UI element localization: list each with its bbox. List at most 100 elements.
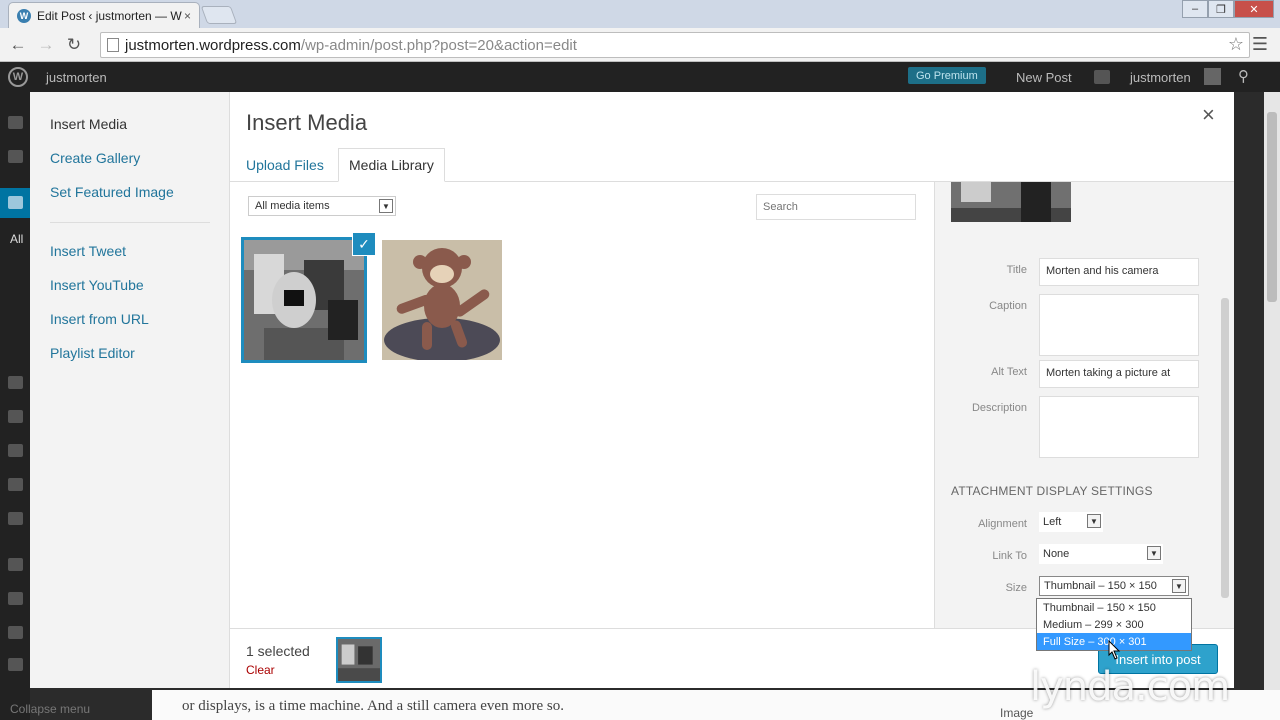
wp-admin-bar: W justmorten Go Premium New Post justmor… (0, 62, 1280, 92)
details-scrollbar-thumb[interactable] (1221, 298, 1229, 598)
appearance-icon[interactable] (8, 558, 23, 571)
mouse-cursor-icon (1108, 640, 1121, 660)
url-path: /wp-admin/post.php?post=20&action=edit (300, 36, 577, 54)
selection-count: 1 selected (246, 643, 310, 659)
menu-insert-from-url[interactable]: Insert from URL (50, 311, 149, 327)
description-field[interactable] (1039, 396, 1199, 458)
selection-thumbnail[interactable] (336, 637, 382, 683)
attachment-monkey[interactable] (382, 240, 502, 362)
tools-icon[interactable] (8, 626, 23, 639)
new-tab-button[interactable] (200, 6, 238, 24)
tab-media-library[interactable]: Media Library (338, 148, 445, 182)
link-to-select[interactable]: None ▼ (1039, 544, 1163, 564)
menu-separator (50, 222, 210, 223)
close-icon[interactable]: × (1202, 102, 1215, 128)
tab-upload-files[interactable]: Upload Files (236, 148, 334, 182)
camera-photo-thumbnail (244, 240, 364, 360)
title-field[interactable]: Morten and his camera (1039, 258, 1199, 286)
browser-tab-strip: W Edit Post ‹ justmorten — W × – ❐ ✕ (0, 0, 1280, 28)
reload-icon[interactable]: ↻ (60, 35, 88, 55)
checkmark-icon[interactable]: ✓ (352, 232, 376, 256)
alignment-value: Left (1043, 516, 1062, 528)
search-icon[interactable]: ⚲ (1238, 67, 1249, 85)
size-select[interactable]: Thumbnail – 150 × 150 ▼ (1039, 576, 1189, 596)
image-format-label: Image (1000, 706, 1034, 720)
size-option-medium[interactable]: Medium – 299 × 300 (1037, 616, 1191, 633)
notifications-icon[interactable] (1094, 70, 1110, 84)
feedback-icon[interactable] (8, 512, 23, 525)
back-arrow-icon[interactable]: ← (4, 35, 32, 55)
link-to-label: Link To (992, 550, 1027, 562)
chevron-down-icon: ▼ (1147, 546, 1161, 560)
media-icon[interactable] (8, 376, 23, 389)
window-controls: – ❐ ✕ (1182, 0, 1274, 18)
attachment-morten-camera[interactable]: ✓ (241, 232, 376, 363)
forward-arrow-icon[interactable]: → (32, 35, 60, 55)
size-value: Thumbnail – 150 × 150 (1044, 580, 1157, 592)
restore-icon[interactable]: ❐ (1208, 0, 1234, 18)
bookmark-star-icon[interactable]: ☆ (1228, 34, 1244, 55)
details-scrollbar[interactable] (1219, 182, 1231, 628)
go-premium-button[interactable]: Go Premium (908, 67, 986, 84)
settings-icon[interactable] (8, 658, 23, 671)
attachment-details-panel: Title Morten and his camera Caption Alt … (934, 182, 1234, 628)
pin-icon (8, 196, 23, 209)
chevron-down-icon: ▼ (1172, 579, 1186, 593)
address-bar[interactable]: justmorten.wordpress.com /wp-admin/post.… (100, 32, 1250, 58)
dashboard-icon[interactable] (8, 116, 23, 129)
window-close-icon[interactable]: ✕ (1234, 0, 1274, 18)
alignment-label: Alignment (978, 518, 1027, 530)
menu-set-featured-image[interactable]: Set Featured Image (50, 184, 174, 200)
link-to-value: None (1043, 548, 1070, 560)
menu-insert-tweet[interactable]: Insert Tweet (50, 243, 126, 259)
browser-menu-icon[interactable]: ☰ (1252, 34, 1268, 55)
new-post-link[interactable]: New Post (1016, 70, 1072, 85)
clear-selection-link[interactable]: Clear (246, 663, 275, 677)
links-icon[interactable] (8, 410, 23, 423)
size-option-thumbnail[interactable]: Thumbnail – 150 × 150 (1037, 599, 1191, 616)
sidebar-all-posts[interactable]: All (10, 232, 23, 246)
menu-insert-youtube[interactable]: Insert YouTube (50, 277, 144, 293)
minimize-icon[interactable]: – (1182, 0, 1208, 18)
media-filter-select[interactable]: All media items ▼ (248, 196, 396, 216)
page-icon (107, 38, 119, 52)
modal-title: Insert Media (246, 110, 368, 135)
tab-close-icon[interactable]: × (184, 9, 191, 23)
tab-title: Edit Post ‹ justmorten — W (37, 8, 182, 23)
menu-playlist-editor[interactable]: Playlist Editor (50, 345, 135, 361)
wp-admin-sidebar: All (0, 92, 30, 720)
alignment-select[interactable]: Left ▼ (1039, 512, 1103, 532)
browser-toolbar: ← → ↻ justmorten.wordpress.com /wp-admin… (0, 28, 1280, 62)
users-icon[interactable] (8, 592, 23, 605)
pages-icon[interactable] (8, 444, 23, 457)
menu-create-gallery[interactable]: Create Gallery (50, 150, 140, 166)
chevron-down-icon: ▼ (379, 199, 393, 213)
lynda-watermark: lynda.com (1030, 664, 1230, 710)
media-filter-value: All media items (255, 200, 330, 212)
store-icon[interactable] (8, 150, 23, 163)
page-scrollbar[interactable] (1264, 92, 1280, 690)
post-content-text: or displays, is a time machine. And a st… (182, 698, 564, 714)
alt-text-label: Alt Text (991, 366, 1027, 378)
wordpress-favicon-icon: W (17, 8, 31, 23)
user-menu-link[interactable]: justmorten (1130, 70, 1191, 85)
media-search-input[interactable] (756, 194, 916, 220)
avatar[interactable] (1204, 68, 1221, 85)
chevron-down-icon: ▼ (1087, 514, 1101, 528)
comments-icon[interactable] (8, 478, 23, 491)
media-router-tabs: Upload Files Media Library (230, 146, 1234, 182)
collapse-menu-label: Collapse menu (10, 702, 91, 716)
caption-field[interactable] (1039, 294, 1199, 356)
page-scrollbar-thumb[interactable] (1267, 112, 1277, 302)
size-label: Size (1005, 582, 1027, 594)
display-settings-heading: ATTACHMENT DISPLAY SETTINGS (951, 484, 1153, 498)
site-name-link[interactable]: justmorten (46, 70, 107, 85)
collapse-menu-link[interactable]: Collapse menu (10, 702, 90, 716)
wordpress-logo-icon[interactable]: W (8, 67, 28, 87)
details-thumbnail (951, 182, 1071, 222)
alt-text-field[interactable]: Morten taking a picture at (1039, 360, 1199, 388)
caption-label: Caption (989, 300, 1027, 312)
browser-tab[interactable]: W Edit Post ‹ justmorten — W × (8, 2, 200, 28)
description-label: Description (971, 402, 1027, 414)
menu-insert-media[interactable]: Insert Media (50, 116, 127, 132)
